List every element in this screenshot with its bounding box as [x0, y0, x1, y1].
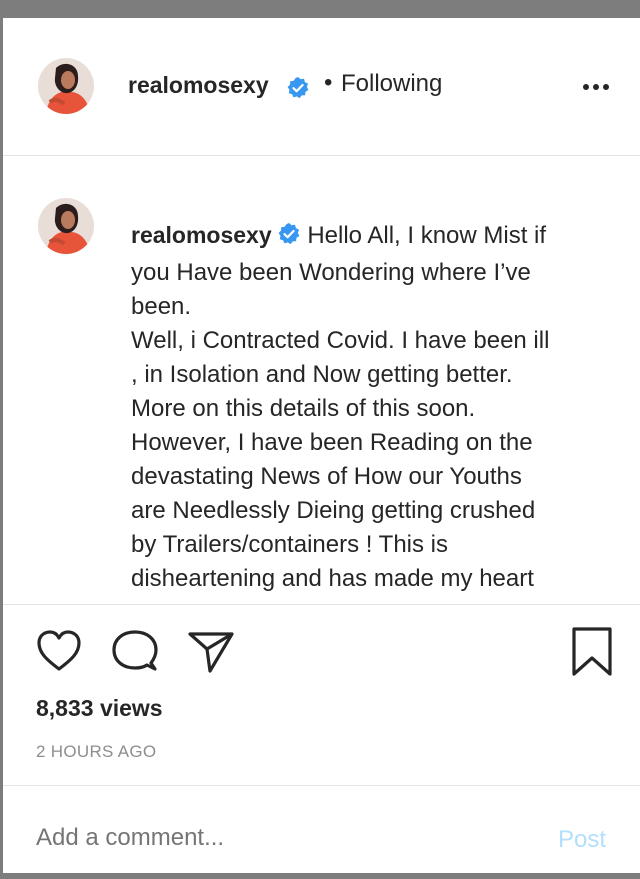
separator-dot: •	[324, 69, 333, 96]
caption-line: However, I have been Reading on the	[131, 429, 533, 456]
following-button[interactable]: Following	[341, 70, 442, 98]
post-header: realomosexy • Following	[3, 18, 640, 156]
caption-line-text: Hello All, I know Mist if	[307, 222, 547, 249]
view-count[interactable]: 8,833 views	[36, 695, 163, 722]
comment-bar: Post	[3, 786, 640, 873]
share-icon[interactable]	[186, 629, 236, 678]
caption-line: are Needlessly Dieing getting crushed	[131, 497, 536, 524]
heart-icon[interactable]	[35, 629, 83, 678]
caption-username[interactable]: realomosexy	[131, 222, 272, 248]
post-actions: 8,833 views 2 HOURS AGO	[3, 605, 640, 786]
verified-badge-icon	[286, 76, 310, 105]
caption-line: disheartening and has made my heart	[131, 565, 534, 592]
instagram-post-window: realomosexy • Following realomosexy Hell…	[3, 18, 640, 873]
caption-text: realomosexy Hello All, I know Mist if yo…	[131, 218, 611, 596]
avatar[interactable]	[38, 58, 94, 114]
bookmark-icon[interactable]	[569, 626, 615, 683]
caption-avatar[interactable]	[38, 198, 94, 254]
caption-line: More on this details of this soon.	[131, 395, 476, 422]
caption-first-line: realomosexy Hello All, I know Mist if	[131, 218, 611, 256]
caption-line: Well, i Contracted Covid. I have been il…	[131, 327, 550, 354]
post-author-username[interactable]: realomosexy	[128, 72, 269, 99]
post-timestamp[interactable]: 2 HOURS AGO	[36, 742, 156, 762]
post-button[interactable]: Post	[558, 826, 606, 854]
caption-line: been.	[131, 293, 192, 320]
comment-icon[interactable]	[111, 629, 159, 678]
verified-badge-icon	[277, 222, 301, 256]
more-horizontal-icon[interactable]	[581, 80, 611, 92]
caption-line: , in Isolation and Now getting better.	[131, 361, 513, 388]
caption-line: by Trailers/containers ! This is	[131, 531, 449, 558]
comment-input[interactable]	[36, 824, 516, 852]
caption-line: you Have been Wondering where I’ve	[131, 259, 531, 286]
caption-line: devastating News of How our Youths	[131, 463, 522, 490]
caption-section: realomosexy Hello All, I know Mist if yo…	[3, 156, 640, 605]
